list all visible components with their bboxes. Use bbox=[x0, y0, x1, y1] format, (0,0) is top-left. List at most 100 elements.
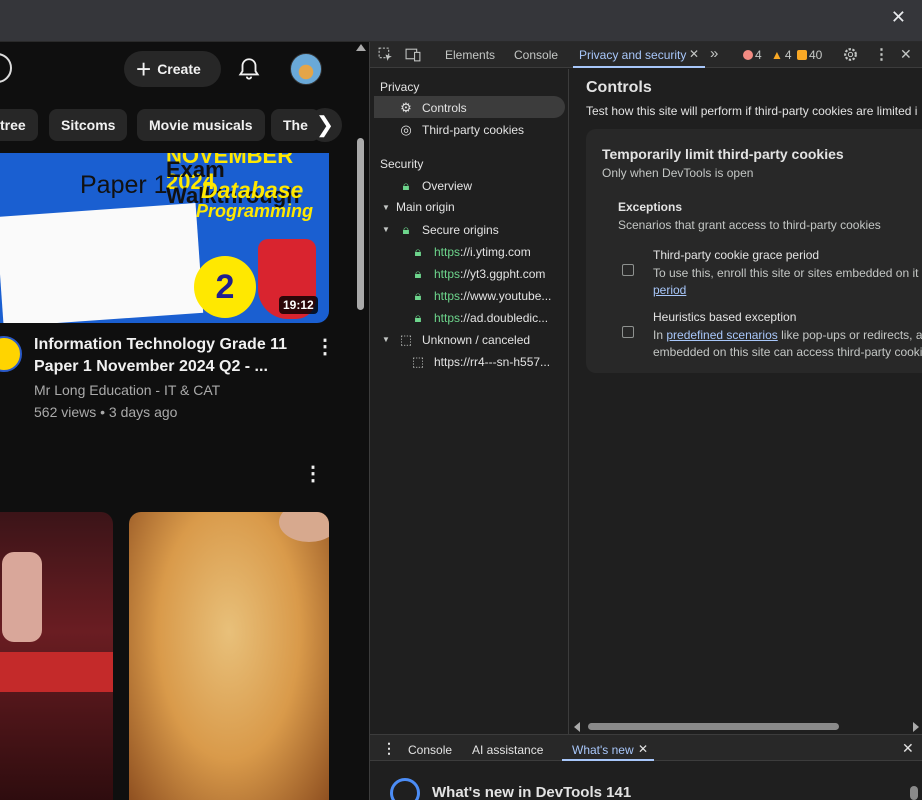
privacy-heading: Privacy bbox=[380, 80, 420, 94]
section-menu-icon[interactable]: ⋮ bbox=[303, 464, 323, 484]
origin-scheme: https bbox=[434, 267, 461, 281]
expand-triangle-icon[interactable]: ▼ bbox=[382, 203, 390, 212]
security-heading: Security bbox=[380, 157, 424, 171]
scrollbar-thumb[interactable] bbox=[588, 723, 839, 730]
sidebar-item-main-origin[interactable]: Main origin bbox=[396, 200, 455, 214]
origin-host: ://ad.doubledic... bbox=[460, 311, 549, 325]
horizontal-scrollbar[interactable] bbox=[570, 719, 922, 733]
tab-close-icon[interactable]: ✕ bbox=[689, 47, 699, 61]
thumbnail-hand bbox=[279, 512, 329, 542]
settings-gear-icon[interactable] bbox=[842, 46, 859, 63]
devtools-tabbar: Elements Console Privacy and security ✕ … bbox=[370, 42, 922, 68]
video-title[interactable]: Information Technology Grade 11 Paper 1 … bbox=[34, 334, 304, 378]
sidebar-item-overview[interactable]: 🔒︎ Overview bbox=[398, 178, 472, 194]
video-thumbnail-pizza[interactable] bbox=[129, 512, 329, 800]
scroll-left-icon[interactable] bbox=[574, 722, 580, 732]
video-menu-icon[interactable]: ⋮ bbox=[315, 337, 335, 357]
error-count[interactable]: 4 bbox=[743, 48, 762, 62]
warning-count[interactable]: ▲ 4 bbox=[771, 48, 792, 62]
sidebar-item-secure-origins[interactable]: 🔒︎ Secure origins bbox=[398, 222, 499, 238]
thumbnail-text: Paper 1 bbox=[80, 171, 168, 199]
page-title: Controls bbox=[586, 79, 652, 96]
heuristics-checkbox[interactable] bbox=[622, 326, 634, 338]
heuristics-description-line2: embedded on this site can access third-p… bbox=[653, 345, 922, 359]
video-duration: 19:12 bbox=[279, 296, 318, 314]
drawer-tabbar: ⋮ Console AI assistance What's new ✕ ✕ bbox=[370, 734, 922, 761]
sidebar-item-label: Overview bbox=[422, 179, 473, 193]
sidebar-item-label: Unknown / canceled bbox=[422, 333, 531, 347]
thumbnail-keyboard bbox=[0, 652, 113, 692]
predefined-scenarios-link[interactable]: predefined scenarios bbox=[666, 328, 777, 342]
sidebar-item-label: Controls bbox=[422, 101, 467, 115]
video-thumbnail-musician[interactable] bbox=[0, 512, 113, 800]
lock-icon: 🔒︎ bbox=[414, 266, 422, 281]
origin-item[interactable]: 🔒︎ https://yt3.ggpht.com bbox=[410, 266, 546, 282]
chip-tree[interactable]: tree bbox=[0, 109, 38, 141]
chrome-devtools-logo-icon bbox=[390, 778, 420, 800]
sidebar-item-label: Secure origins bbox=[422, 223, 499, 237]
page-scrollbar[interactable] bbox=[353, 42, 369, 800]
expand-triangle-icon[interactable]: ▼ bbox=[382, 225, 390, 234]
warning-icon: ▲ bbox=[771, 48, 783, 62]
error-count-value: 4 bbox=[755, 48, 762, 62]
grace-period-link[interactable]: period bbox=[653, 282, 686, 299]
drawer-scrollbar[interactable] bbox=[909, 766, 919, 800]
origin-item[interactable]: ⬚ https://rr4---sn-h557... bbox=[410, 354, 550, 370]
grace-period-checkbox[interactable] bbox=[622, 264, 634, 276]
plus-icon: + bbox=[136, 54, 152, 84]
devtools-panel: Elements Console Privacy and security ✕ … bbox=[369, 42, 922, 800]
chips-next-button[interactable]: ❯ bbox=[308, 108, 342, 142]
origin-item[interactable]: 🔒︎ https://i.ytimg.com bbox=[410, 244, 531, 260]
scrollbar-thumb[interactable] bbox=[357, 138, 364, 310]
close-drawer-icon[interactable]: ✕ bbox=[902, 740, 914, 757]
drawer-tab-whats-new[interactable]: What's new bbox=[572, 743, 634, 757]
drawer-tab-console[interactable]: Console bbox=[408, 743, 452, 757]
channel-name[interactable]: Mr Long Education - IT & CAT bbox=[34, 382, 220, 398]
notifications-bell-icon[interactable] bbox=[236, 56, 262, 82]
scroll-right-icon[interactable] bbox=[913, 722, 919, 732]
video-thumbnail[interactable]: Paper 1 NOVEMBER 2024 Exam Walkthrough D… bbox=[0, 153, 329, 323]
whats-new-panel: What's new in DevTools 141 bbox=[370, 762, 922, 800]
tab-elements[interactable]: Elements bbox=[445, 48, 495, 62]
chip-sitcoms[interactable]: Sitcoms bbox=[49, 109, 128, 141]
exceptions-description: Scenarios that grant access to third-par… bbox=[618, 218, 881, 232]
more-tabs-icon[interactable]: » bbox=[710, 45, 718, 62]
create-label: Create bbox=[157, 61, 201, 77]
create-button[interactable]: + Create bbox=[124, 51, 221, 87]
thumbnail-text: Database bbox=[201, 177, 304, 203]
lock-icon: 🔒︎ bbox=[402, 178, 410, 193]
tab-privacy-and-security[interactable]: Privacy and security bbox=[579, 48, 686, 62]
sidebar-item-controls[interactable]: ⚙ Controls bbox=[398, 100, 467, 116]
tab-console[interactable]: Console bbox=[514, 48, 558, 62]
issues-icon bbox=[797, 50, 807, 60]
scroll-up-icon[interactable] bbox=[356, 44, 366, 51]
heuristics-description: In predefined scenarios like pop-ups or … bbox=[653, 327, 922, 344]
youtube-page: + Create tree Sitcoms Movie musicals The… bbox=[0, 42, 369, 800]
origin-item[interactable]: 🔒︎ https://ad.doubledic... bbox=[410, 310, 549, 326]
grace-period-description: To use this, enroll this site or sites e… bbox=[653, 266, 922, 280]
close-devtools-icon[interactable]: ✕ bbox=[900, 46, 912, 63]
window-close-button[interactable]: ✕ bbox=[891, 7, 906, 28]
inspect-element-icon[interactable] bbox=[377, 46, 394, 63]
expand-triangle-icon[interactable]: ▼ bbox=[382, 335, 390, 344]
heuristics-title: Heuristics based exception bbox=[653, 310, 797, 324]
controls-view: Controls Test how this site will perform… bbox=[570, 69, 922, 734]
drawer-menu-icon[interactable]: ⋮ bbox=[382, 740, 396, 757]
drawer-tab-ai-assistance[interactable]: AI assistance bbox=[472, 743, 543, 757]
drawer-tab-close-icon[interactable]: ✕ bbox=[638, 742, 648, 756]
scrollbar-thumb[interactable] bbox=[910, 786, 918, 800]
sidebar-item-third-party-cookies[interactable]: ◎ Third-party cookies bbox=[398, 122, 524, 138]
user-avatar[interactable] bbox=[290, 53, 322, 85]
customize-menu-icon[interactable]: ⋮ bbox=[874, 45, 889, 63]
device-toolbar-icon[interactable] bbox=[405, 46, 422, 63]
origin-item[interactable]: 🔒︎ https://www.youtube... bbox=[410, 288, 552, 304]
sidebar-item-unknown-canceled[interactable]: ⬚ Unknown / canceled bbox=[398, 332, 530, 348]
account-circle-icon[interactable] bbox=[0, 53, 12, 83]
origin-scheme: https bbox=[434, 289, 461, 303]
chip-movie-musicals[interactable]: Movie musicals bbox=[137, 109, 265, 141]
issues-count[interactable]: 40 bbox=[797, 48, 822, 62]
unknown-origin-icon: ⬚ bbox=[399, 332, 413, 347]
heuristics-text: like pop-ups or redirects, a bbox=[781, 328, 922, 342]
active-drawer-tab-indicator bbox=[562, 759, 654, 761]
channel-avatar[interactable] bbox=[0, 336, 22, 372]
